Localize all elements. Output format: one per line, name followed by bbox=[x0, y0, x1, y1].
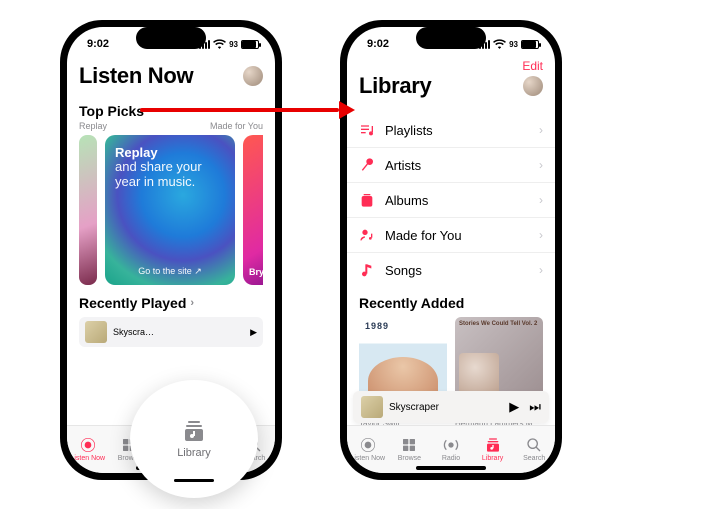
replay-card-body: and share your year in music. bbox=[115, 160, 225, 190]
status-time: 9:02 bbox=[87, 38, 109, 50]
tab-label: Listen Now bbox=[350, 455, 385, 462]
library-item-albums[interactable]: Albums › bbox=[347, 183, 555, 218]
chevron-right-icon: › bbox=[190, 297, 194, 309]
tab-label: Browse bbox=[398, 455, 421, 462]
home-indicator[interactable] bbox=[416, 466, 486, 470]
battery-icon bbox=[521, 40, 539, 49]
top-picks-sub-mfy: Made for You bbox=[210, 121, 263, 131]
recently-played-heading[interactable]: Recently Played › bbox=[79, 295, 263, 311]
battery-icon bbox=[241, 40, 259, 49]
microphone-icon bbox=[359, 157, 375, 173]
recently-played-item[interactable]: Skyscra… ▶ bbox=[79, 317, 263, 347]
play-icon[interactable]: ▶ bbox=[509, 399, 519, 415]
profile-avatar[interactable] bbox=[523, 76, 543, 96]
chevron-right-icon: › bbox=[539, 193, 543, 207]
tab-label: Radio bbox=[442, 455, 460, 462]
callout-library-tab: Library bbox=[130, 380, 258, 498]
tab-label: Listen Now bbox=[70, 455, 105, 462]
track-title: Skyscra… bbox=[113, 327, 154, 337]
edit-button[interactable]: Edit bbox=[522, 59, 543, 73]
item-label: Albums bbox=[385, 193, 529, 208]
mini-player-track: Skyscraper bbox=[389, 402, 439, 413]
phone-right: 9:02 93 Edit Library Playlists › bbox=[340, 20, 562, 480]
page-title: Listen Now bbox=[79, 63, 193, 89]
wifi-icon bbox=[493, 39, 506, 49]
screen-library: 9:02 93 Edit Library Playlists › bbox=[347, 27, 555, 473]
top-picks-carousel[interactable]: Replay and share your year in music. Go … bbox=[79, 135, 263, 285]
library-item-made-for-you[interactable]: Made for You › bbox=[347, 218, 555, 253]
profile-avatar[interactable] bbox=[243, 66, 263, 86]
albums-icon bbox=[359, 192, 375, 208]
replay-card-title: Replay bbox=[115, 145, 225, 160]
library-item-songs[interactable]: Songs › bbox=[347, 253, 555, 287]
home-indicator bbox=[174, 479, 214, 482]
annotation-arrow bbox=[140, 101, 355, 119]
wifi-icon bbox=[213, 39, 226, 49]
chevron-right-icon: › bbox=[539, 123, 543, 137]
music-note-icon bbox=[359, 262, 375, 278]
tab-listen-now[interactable]: Listen Now bbox=[67, 426, 109, 473]
tab-search[interactable]: Search bbox=[513, 426, 555, 473]
mini-player[interactable]: Skyscraper ▶ ⏭ bbox=[353, 391, 549, 423]
item-label: Artists bbox=[385, 158, 529, 173]
callout-label: Library bbox=[177, 447, 211, 459]
battery-pct: 93 bbox=[509, 40, 518, 49]
mini-player-art bbox=[361, 396, 383, 418]
play-icon[interactable]: ▶ bbox=[250, 327, 257, 338]
library-icon bbox=[182, 419, 206, 443]
page-title: Library bbox=[359, 73, 431, 99]
notch bbox=[136, 27, 206, 49]
recently-added-heading: Recently Added bbox=[359, 295, 543, 311]
mfy-card-caption: Bryan W bbox=[249, 267, 263, 277]
tab-label: Library bbox=[482, 455, 503, 462]
status-time: 9:02 bbox=[367, 38, 389, 50]
recently-played-label: Recently Played bbox=[79, 295, 186, 311]
made-for-you-card[interactable]: Bryan W bbox=[243, 135, 263, 285]
chevron-right-icon: › bbox=[539, 158, 543, 172]
top-picks-sub-replay: Replay bbox=[79, 121, 107, 131]
item-label: Made for You bbox=[385, 228, 529, 243]
tab-label: Search bbox=[523, 455, 545, 462]
battery-pct: 93 bbox=[229, 40, 238, 49]
notch bbox=[416, 27, 486, 49]
forward-icon[interactable]: ⏭ bbox=[529, 399, 541, 415]
library-list: Playlists › Artists › Albums › Made for … bbox=[347, 113, 555, 287]
item-label: Playlists bbox=[385, 123, 529, 138]
replay-card[interactable]: Replay and share your year in music. Go … bbox=[105, 135, 235, 285]
card-sliver-prev[interactable] bbox=[79, 135, 97, 285]
playlists-icon bbox=[359, 122, 375, 138]
library-item-artists[interactable]: Artists › bbox=[347, 148, 555, 183]
person-music-icon bbox=[359, 227, 375, 243]
tab-listen-now[interactable]: Listen Now bbox=[347, 426, 389, 473]
track-art bbox=[85, 321, 107, 343]
replay-card-cta[interactable]: Go to the site ↗ bbox=[138, 266, 202, 277]
item-label: Songs bbox=[385, 263, 529, 278]
library-item-playlists[interactable]: Playlists › bbox=[347, 113, 555, 148]
chevron-right-icon: › bbox=[539, 263, 543, 277]
chevron-right-icon: › bbox=[539, 228, 543, 242]
